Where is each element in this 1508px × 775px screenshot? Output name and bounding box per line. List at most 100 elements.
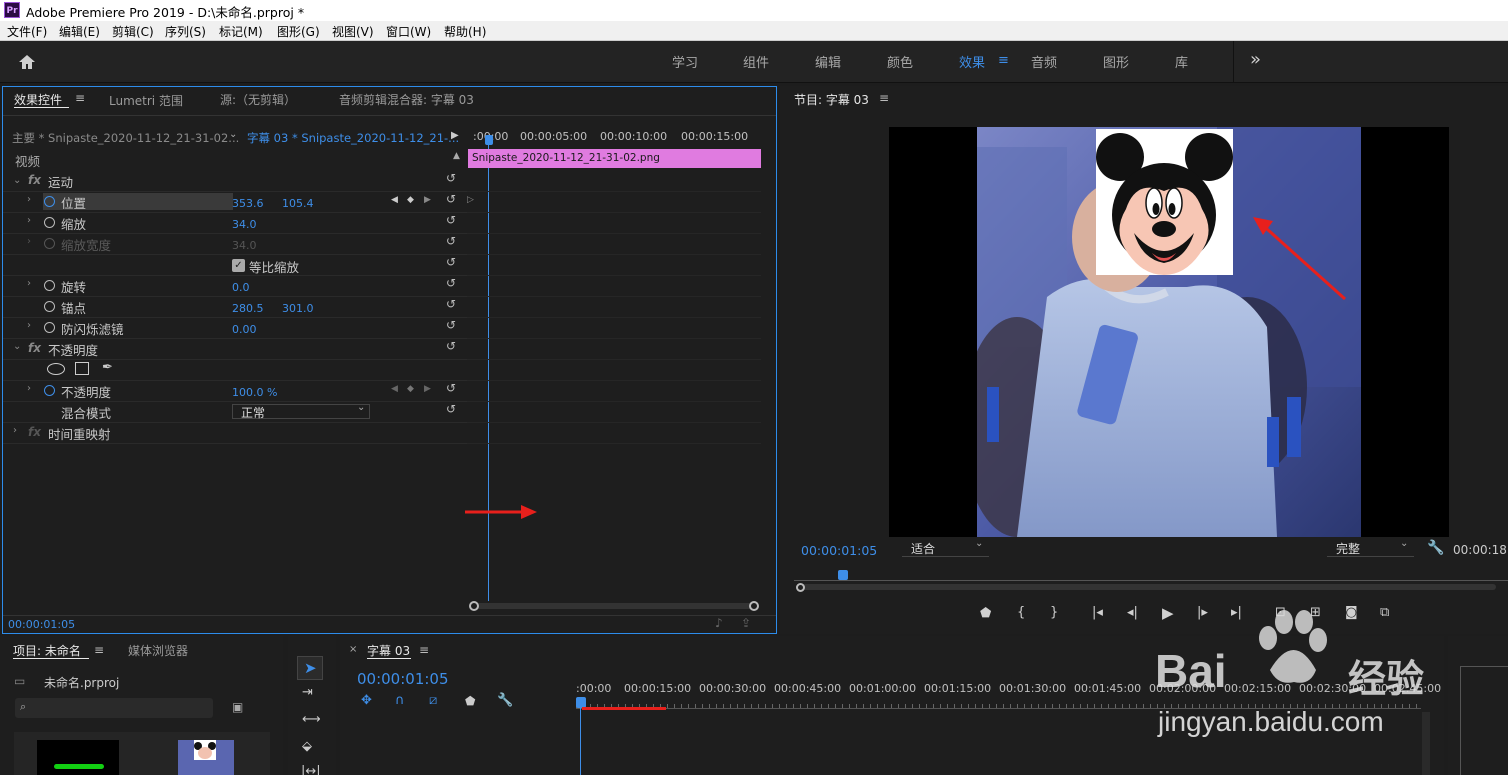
track-select-icon[interactable]: ⇥ <box>302 685 313 700</box>
zoom-scrollbar[interactable] <box>473 603 757 609</box>
home-icon[interactable] <box>17 53 37 74</box>
ec-timecode[interactable]: 00:00:01:05 <box>8 618 75 631</box>
ec-ruler[interactable]: :00:00 00:00:05:00 00:00:10:00 00:00:15:… <box>467 124 762 148</box>
mickey-graphic[interactable] <box>1096 129 1233 275</box>
anchor-x-value[interactable]: 280.5 <box>232 302 264 315</box>
menu-sequence[interactable]: 序列(S) <box>165 23 206 40</box>
prev-keyframe-icon[interactable]: ◀ <box>391 384 398 394</box>
new-bin-icon[interactable]: ▣ <box>232 700 243 714</box>
position-y-value[interactable]: 105.4 <box>282 197 314 210</box>
rotation-value[interactable]: 0.0 <box>232 281 250 294</box>
chevron-down-icon[interactable]: ⌄ <box>229 129 237 140</box>
program-title[interactable]: 节目: 字幕 03 <box>794 91 869 108</box>
reset-icon[interactable]: ↺ <box>446 171 456 185</box>
program-ruler[interactable] <box>794 572 1508 582</box>
uniform-scale-checkbox[interactable]: ✓ <box>232 259 245 272</box>
add-keyframe-icon[interactable]: ◆ <box>407 195 414 205</box>
playhead-handle[interactable] <box>485 135 493 145</box>
program-playhead[interactable] <box>838 570 848 580</box>
project-search-input[interactable]: ⌕ <box>15 698 213 718</box>
reset-icon[interactable]: ↺ <box>446 234 456 248</box>
menu-edit[interactable]: 编辑(E) <box>59 23 100 40</box>
menu-marker[interactable]: 标记(M) <box>219 23 263 40</box>
go-to-in-icon[interactable]: |◂ <box>1092 605 1103 620</box>
rectangle-mask-icon[interactable] <box>75 362 89 375</box>
chevron-down-icon[interactable]: ⌄ <box>13 175 21 186</box>
add-keyframe-icon[interactable]: ◆ <box>407 384 414 394</box>
stopwatch-icon[interactable] <box>44 280 55 291</box>
tab-menu-icon[interactable]: ≡ <box>94 643 104 657</box>
export-icon[interactable]: ⇪ <box>741 616 751 630</box>
chevron-right-icon[interactable]: › <box>27 215 31 226</box>
reset-icon[interactable]: ↺ <box>446 213 456 227</box>
scroll-handle[interactable] <box>796 583 805 592</box>
play-only-audio-icon[interactable]: ▶ <box>451 130 459 141</box>
chevron-right-icon[interactable]: › <box>27 320 31 331</box>
step-back-icon[interactable]: ◂| <box>1127 605 1138 620</box>
workspace-tab-effects[interactable]: 效果 <box>959 52 985 71</box>
anchor-y-value[interactable]: 301.0 <box>282 302 314 315</box>
keyframe-area[interactable] <box>467 169 761 449</box>
zoom-handle-right[interactable] <box>749 601 759 611</box>
opacity-value[interactable]: 100.0 % <box>232 386 277 399</box>
menu-window[interactable]: 窗口(W) <box>386 23 431 40</box>
tab-lumetri-scopes[interactable]: Lumetri 范围 <box>109 92 183 109</box>
wrench-icon[interactable]: 🔧 <box>497 693 513 708</box>
fx-icon[interactable]: fx <box>28 425 41 439</box>
mark-in-icon[interactable]: { <box>1017 605 1025 620</box>
fx-icon[interactable]: fx <box>28 173 41 187</box>
clip-bar[interactable]: Snipaste_2020-11-12_21-31-02.png <box>468 149 761 168</box>
tab-media-browser[interactable]: 媒体浏览器 <box>128 642 188 659</box>
reset-icon[interactable]: ↺ <box>446 318 456 332</box>
reset-icon[interactable]: ↺ <box>446 255 456 269</box>
sequence-clip-label[interactable]: 字幕 03 * Snipaste_2020-11-12_21-... <box>247 130 459 146</box>
timeline-timecode[interactable]: 00:00:01:05 <box>357 670 449 688</box>
workspace-tab-libraries[interactable]: 库 <box>1175 52 1188 71</box>
close-icon[interactable]: × <box>349 644 357 655</box>
antiflicker-value[interactable]: 0.00 <box>232 323 257 336</box>
tab-menu-icon[interactable]: ≡ <box>75 91 85 105</box>
fx-icon[interactable]: fx <box>28 341 41 355</box>
workspace-tab-learn[interactable]: 学习 <box>672 52 698 71</box>
stopwatch-icon[interactable] <box>44 196 55 207</box>
audio-icon[interactable]: ♪ <box>715 616 723 630</box>
prev-keyframe-icon[interactable]: ◀ <box>391 195 398 205</box>
collapse-icon[interactable]: ▲ <box>453 151 460 161</box>
workspace-tab-assembly[interactable]: 组件 <box>743 52 769 71</box>
razor-icon[interactable]: ⬙ <box>302 739 312 754</box>
ripple-edit-icon[interactable]: ⟷ <box>302 712 321 727</box>
chevron-right-icon[interactable]: › <box>27 278 31 289</box>
workspace-menu-icon[interactable]: ≡ <box>998 53 1009 68</box>
blend-mode-select[interactable]: 正常 ⌄ <box>232 402 370 420</box>
chevron-right-icon[interactable]: › <box>13 425 17 436</box>
chevron-right-icon[interactable]: › <box>27 194 31 205</box>
add-marker-icon[interactable]: ⬟ <box>980 606 991 621</box>
tab-project[interactable]: 项目: 未命名 <box>13 642 81 659</box>
master-clip-label[interactable]: 主要 * Snipaste_2020-11-12_21-31-02... <box>12 130 239 146</box>
tab-audio-clip-mixer[interactable]: 音频剪辑混合器: 字幕 03 <box>339 91 474 108</box>
zoom-handle-left[interactable] <box>469 601 479 611</box>
menu-file[interactable]: 文件(F) <box>7 23 47 40</box>
workspace-tab-editing[interactable]: 编辑 <box>815 52 841 71</box>
caption-thumbnail[interactable] <box>37 740 119 775</box>
menu-view[interactable]: 视图(V) <box>332 23 374 40</box>
position-x-value[interactable]: 353.6 <box>232 197 264 210</box>
reset-icon[interactable]: ↺ <box>446 192 456 206</box>
workspace-tab-color[interactable]: 颜色 <box>887 52 913 71</box>
ellipse-mask-icon[interactable] <box>47 363 65 375</box>
quality-select[interactable]: 完整 ⌄ <box>1327 538 1414 557</box>
tab-effect-controls[interactable]: 效果控件 <box>14 91 62 108</box>
reset-icon[interactable]: ↺ <box>446 402 456 416</box>
workspace-overflow-icon[interactable]: » <box>1250 49 1261 70</box>
add-marker-icon[interactable]: ⬟ <box>465 694 475 708</box>
stopwatch-icon[interactable] <box>44 217 55 228</box>
panel-menu-icon[interactable]: ≡ <box>879 91 889 105</box>
slip-icon[interactable]: |↔| <box>301 764 321 775</box>
tab-menu-icon[interactable]: ≡ <box>419 643 429 657</box>
reset-icon[interactable]: ↺ <box>446 297 456 311</box>
chevron-down-icon[interactable]: ⌄ <box>13 341 21 352</box>
linked-selection-icon[interactable]: ⧄ <box>429 693 437 708</box>
work-area-bar[interactable] <box>582 707 666 710</box>
reset-icon[interactable]: ↺ <box>446 339 456 353</box>
snap-icon[interactable]: ∩ <box>395 693 405 708</box>
